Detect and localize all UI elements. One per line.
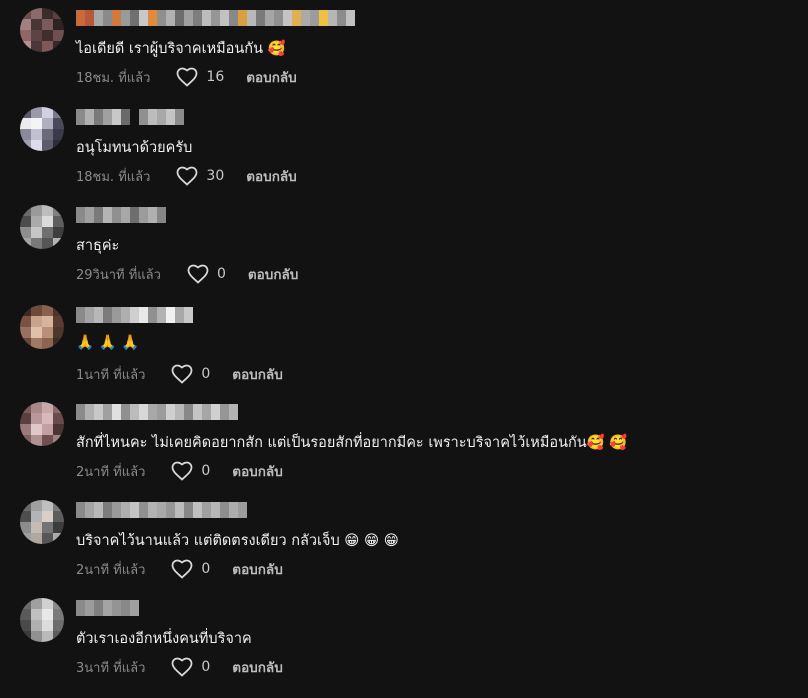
comment-timestamp: 18ชม. ที่แล้ว — [76, 169, 151, 185]
user-avatar[interactable] — [20, 107, 64, 151]
reply-button[interactable]: ตอบกลับ — [232, 363, 282, 385]
comment-text: สักที่ไหนคะ ไม่เคยคิดอยากสัก แต่เป็นรอยส… — [76, 435, 628, 451]
user-avatar[interactable] — [20, 205, 64, 249]
username-blurred[interactable] — [76, 10, 355, 26]
comment-meta: 18ชม. ที่แล้ว 30 ตอบกลับ — [76, 165, 297, 187]
username-blurred[interactable] — [76, 600, 139, 616]
heart-outline-icon — [171, 657, 193, 677]
heart-outline-icon — [187, 264, 209, 284]
comment-timestamp: 29วินาที ที่แล้ว — [76, 267, 161, 283]
reply-button[interactable]: ตอบกลับ — [248, 263, 298, 285]
comment-text: ไอเดียดี เราผู้บริจาคเหมือนกัน 🥰 — [76, 41, 286, 57]
comment-meta: 18ชม. ที่แล้ว 16 ตอบกลับ — [76, 66, 297, 88]
comment-text: 🙏 🙏 🙏 — [76, 335, 140, 351]
reply-button[interactable]: ตอบกลับ — [246, 66, 296, 88]
comment-timestamp: 1นาที ที่แล้ว — [76, 367, 146, 383]
heart-outline-icon — [171, 364, 193, 384]
comment-timestamp: 3นาที ที่แล้ว — [76, 660, 146, 676]
like-button[interactable]: 30 — [176, 166, 224, 186]
like-count: 0 — [201, 561, 211, 577]
comment-timestamp: 2นาที ที่แล้ว — [76, 464, 146, 480]
comment-item: สาธุค่ะ 29วินาที ที่แล้ว 0 ตอบกลับ — [0, 205, 808, 305]
comment-text: สาธุค่ะ — [76, 238, 120, 254]
heart-outline-icon — [171, 559, 193, 579]
comment-item: อนุโมทนาด้วยครับ 18ชม. ที่แล้ว 30 ตอบกลับ — [0, 107, 808, 207]
like-button[interactable]: 0 — [187, 264, 226, 284]
like-count: 0 — [201, 659, 211, 675]
comment-text: อนุโมทนาด้วยครับ — [76, 140, 193, 156]
username-blurred[interactable] — [76, 404, 238, 420]
comment-item: ตัวเราเองอีกหนึ่งคนที่บริจาค 3นาที ที่แล้… — [0, 598, 808, 698]
comment-meta: 29วินาที ที่แล้ว 0 ตอบกลับ — [76, 263, 298, 285]
reply-button[interactable]: ตอบกลับ — [246, 165, 296, 187]
comment-timestamp: 2นาที ที่แล้ว — [76, 562, 146, 578]
comment-meta: 2นาที ที่แล้ว 0 ตอบกลับ — [76, 460, 283, 482]
comment-item: สักที่ไหนคะ ไม่เคยคิดอยากสัก แต่เป็นรอยส… — [0, 402, 808, 502]
comment-meta: 3นาที ที่แล้ว 0 ตอบกลับ — [76, 656, 283, 678]
comment-item: บริจาคไว้นานแล้ว แต่ติดตรงเดียว กลัวเจ็บ… — [0, 500, 808, 600]
like-count: 0 — [201, 366, 211, 382]
username-blurred[interactable] — [76, 307, 193, 323]
user-avatar[interactable] — [20, 8, 64, 52]
reply-button[interactable]: ตอบกลับ — [232, 558, 282, 580]
heart-outline-icon — [171, 461, 193, 481]
comment-text: ตัวเราเองอีกหนึ่งคนที่บริจาค — [76, 631, 252, 647]
comment-meta: 2นาที ที่แล้ว 0 ตอบกลับ — [76, 558, 283, 580]
comment-timestamp: 18ชม. ที่แล้ว — [76, 70, 151, 86]
user-avatar[interactable] — [20, 402, 64, 446]
comment-item: 🙏 🙏 🙏 1นาที ที่แล้ว 0 ตอบกลับ — [0, 305, 808, 405]
reply-button[interactable]: ตอบกลับ — [232, 656, 282, 678]
user-avatar[interactable] — [20, 305, 64, 349]
comment-text: บริจาคไว้นานแล้ว แต่ติดตรงเดียว กลัวเจ็บ… — [76, 533, 399, 549]
like-button[interactable]: 0 — [171, 461, 210, 481]
heart-outline-icon — [177, 166, 198, 186]
like-button[interactable]: 0 — [171, 364, 210, 384]
username-blurred[interactable] — [76, 109, 184, 125]
comment-meta: 1นาที ที่แล้ว 0 ตอบกลับ — [76, 363, 283, 385]
like-count: 16 — [206, 69, 225, 85]
like-button[interactable]: 0 — [171, 657, 210, 677]
like-count: 0 — [216, 266, 226, 282]
username-blurred[interactable] — [76, 502, 247, 518]
comment-item: ไอเดียดี เราผู้บริจาคเหมือนกัน 🥰 18ชม. ที… — [0, 8, 808, 108]
reply-button[interactable]: ตอบกลับ — [232, 460, 282, 482]
heart-outline-icon — [177, 67, 198, 87]
user-avatar[interactable] — [20, 598, 64, 642]
like-count: 0 — [201, 463, 211, 479]
like-count: 30 — [206, 168, 225, 184]
like-button[interactable]: 16 — [176, 67, 224, 87]
username-blurred[interactable] — [76, 207, 166, 223]
user-avatar[interactable] — [20, 500, 64, 544]
like-button[interactable]: 0 — [171, 559, 210, 579]
